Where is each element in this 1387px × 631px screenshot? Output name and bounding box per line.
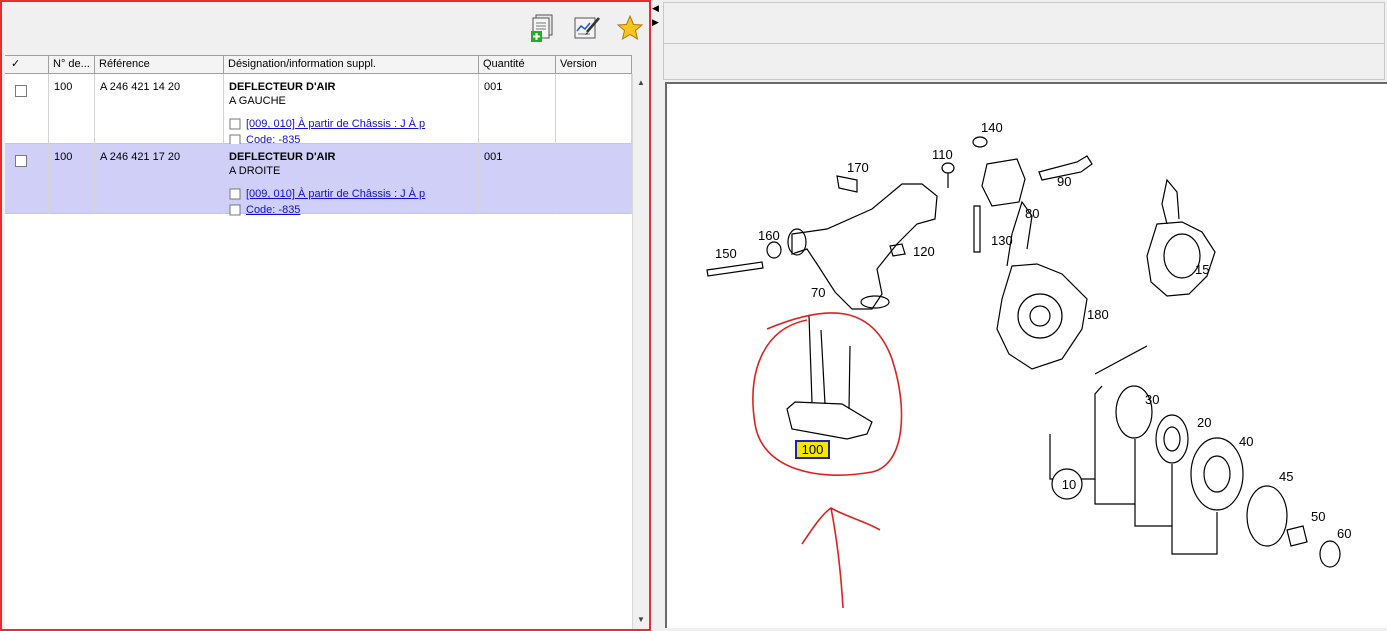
assembly-line [1171,512,1218,555]
code-link[interactable]: Code: -835 [246,204,300,216]
column-header-quantity[interactable]: Quantité [479,56,556,74]
highlighted-part-label[interactable]: 100 [802,442,824,457]
callout-label[interactable]: 20 [1197,415,1211,430]
callout-label[interactable]: 70 [811,285,825,300]
air-deflector-shape [786,401,873,440]
exploded-parts-diagram[interactable]: 100 10 15 20 30 40 45 50 60 70 80 90 110… [665,82,1387,628]
bracket-shape [836,175,858,193]
knuckle-shape [996,263,1088,370]
part-designation: DEFLECTEUR D'AIR A GAUCHE [009, 010] À p… [224,74,479,146]
hub-shape [1190,437,1244,511]
designation-subtitle: A DROITE [229,165,281,177]
pane-splitter[interactable]: ◀ ▶ [651,0,661,631]
assembly-line [1134,464,1173,527]
add-to-list-icon[interactable] [528,13,558,43]
assembly-line [1094,439,1136,505]
table-row[interactable]: 100 A 246 421 17 20 DEFLECTEUR D'AIR A D… [5,144,632,216]
ball-joint-shape [860,295,890,309]
table-row[interactable]: 100 A 246 421 14 20 DEFLECTEUR D'AIR A G… [5,74,632,146]
note-icon [229,188,241,200]
callout-label[interactable]: 140 [981,120,1003,135]
parts-grid: 100 A 246 421 14 20 DEFLECTEUR D'AIR A G… [5,74,632,629]
part-version [556,74,632,144]
callout-label[interactable]: 110 [932,147,953,162]
knuckle-shape [1146,221,1216,297]
designation-title: DEFLECTEUR D'AIR [229,81,336,93]
red-arrow-head [801,507,881,545]
callout-label[interactable]: 50 [1311,509,1325,524]
callout-label[interactable]: 160 [758,228,780,243]
callout-label[interactable]: 45 [1279,469,1293,484]
note-icon [229,118,241,130]
chassis-range-link[interactable]: [009, 010] À partir de Châssis : J À p [246,188,425,200]
parts-list-pane: ✓ N° de... Référence Désignation/informa… [0,0,651,631]
row-checkbox[interactable] [15,85,27,97]
diagram-subtoolbar [663,44,1385,80]
scroll-up-icon[interactable]: ▲ [633,74,649,90]
bolt-shape [1286,525,1308,547]
chassis-range-link[interactable]: [009, 010] À partir de Châssis : J À p [246,118,425,130]
assembly-line [1049,385,1103,480]
favorites-star-icon[interactable] [615,13,645,43]
scroll-down-icon[interactable]: ▼ [633,611,649,627]
callout-label[interactable]: 120 [913,244,935,259]
part-quantity: 001 [479,144,556,214]
parts-toolbar [2,2,649,52]
column-header-check[interactable]: ✓ [5,56,49,74]
column-header-designation[interactable]: Désignation/information suppl. [224,56,479,74]
column-header-version[interactable]: Version [556,56,632,74]
edit-notes-icon[interactable] [572,13,602,43]
part-reference: A 246 421 14 20 [95,74,224,144]
washer-shape [766,241,782,259]
knuckle-arm-shape [1161,178,1180,225]
callout-label[interactable]: 30 [1145,392,1159,407]
nut-shape [972,136,988,148]
part-version [556,144,632,214]
callout-label[interactable]: 60 [1337,526,1351,541]
callout-label[interactable]: 170 [847,160,869,175]
column-header-reference[interactable]: Référence [95,56,224,74]
bolt-shape [706,261,764,277]
diagram-drawing: 100 10 15 20 30 40 45 50 60 70 80 90 110… [706,120,1351,609]
callout-label[interactable]: 40 [1239,434,1253,449]
cap-shape [1319,540,1341,568]
part-designation: DEFLECTEUR D'AIR A DROITE [009, 010] À p… [224,144,479,216]
collapse-left-icon[interactable]: ◀ [652,3,659,14]
grid-header: ✓ N° de... Référence Désignation/informa… [5,55,632,74]
ring-shape [1246,485,1288,547]
bolt-head-shape [941,162,955,174]
callout-label[interactable]: 15 [1195,262,1209,277]
mount-bushing-shape [981,158,1026,207]
red-arrow-shaft [830,507,844,609]
callout-label[interactable]: 180 [1087,307,1109,322]
bolt-shape [973,205,981,253]
callout-label[interactable]: 130 [991,233,1013,248]
designation-title: DEFLECTEUR D'AIR [229,151,336,163]
bearing-shape [1155,414,1189,464]
vertical-scrollbar[interactable]: ▲ ▼ [632,74,648,629]
part-reference: A 246 421 17 20 [95,144,224,214]
callout-label[interactable]: 90 [1057,174,1071,189]
callout-label[interactable]: 10 [1062,477,1076,492]
row-checkbox[interactable] [15,155,27,167]
part-number: 100 [49,74,95,144]
red-annotation [752,312,903,609]
column-header-number[interactable]: N° de... [49,56,95,74]
callout-label[interactable]: 80 [1025,206,1039,221]
diagram-toolbar [663,2,1385,44]
note-icon [229,204,241,216]
callout-label[interactable]: 150 [715,246,737,261]
part-number: 100 [49,144,95,214]
designation-subtitle: A GAUCHE [229,95,286,107]
expand-right-icon[interactable]: ▶ [652,17,659,28]
diagram-pane: 100 10 15 20 30 40 45 50 60 70 80 90 110… [661,0,1387,631]
part-quantity: 001 [479,74,556,144]
